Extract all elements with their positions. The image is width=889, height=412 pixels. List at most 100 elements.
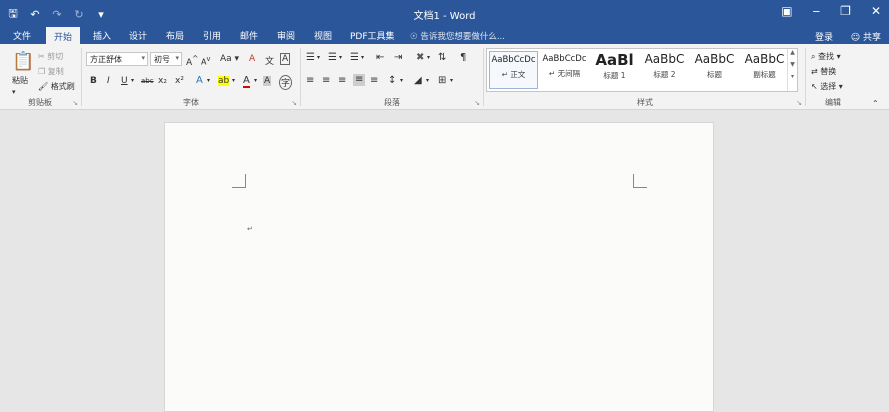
clipboard-group: 📋 粘贴 ▾ ✂ 剪切 ❐ 复制 🖌 格式刷 剪贴板 ↘ bbox=[0, 46, 80, 108]
tab-references[interactable]: 引用 bbox=[203, 29, 221, 42]
align-right-icon[interactable]: ≡ bbox=[338, 75, 346, 87]
find-label: 查找 bbox=[818, 52, 835, 61]
text-effects-dropdown-icon[interactable]: ▾ bbox=[207, 77, 210, 84]
title-bar: 🖫 ↶ ↷ ↻ ▾ 文档1 - Word ▣ ‒ ❐ ✕ bbox=[0, 0, 889, 27]
share-button[interactable]: ☺ 共享 bbox=[851, 30, 881, 43]
tab-mailings[interactable]: 邮件 bbox=[240, 29, 258, 42]
italic-button[interactable]: I bbox=[107, 76, 110, 86]
subscript-button[interactable]: x₂ bbox=[158, 76, 167, 86]
restore-icon[interactable]: ❐ bbox=[840, 4, 851, 18]
group-divider bbox=[805, 48, 806, 106]
grow-font-button[interactable]: A^ bbox=[186, 54, 198, 68]
paragraph-launcher-icon[interactable]: ↘ bbox=[474, 99, 480, 107]
find-button[interactable]: ⌕ 查找 ▾ bbox=[811, 51, 841, 62]
change-case-button[interactable]: Aa ▾ bbox=[220, 54, 239, 64]
clipboard-group-label: 剪贴板 bbox=[28, 98, 52, 107]
chinese-layout-icon[interactable]: ✖ bbox=[416, 52, 424, 64]
numbering-icon[interactable]: ☰ bbox=[328, 52, 337, 64]
cut-button[interactable]: ✂ 剪切 bbox=[38, 51, 63, 62]
sign-in-link[interactable]: 登录 bbox=[815, 30, 833, 43]
styles-launcher-icon[interactable]: ↘ bbox=[796, 99, 802, 107]
close-icon[interactable]: ✕ bbox=[871, 4, 881, 18]
scissors-icon: ✂ bbox=[38, 52, 48, 61]
copy-button[interactable]: ❐ 复制 bbox=[38, 66, 64, 77]
borders-icon[interactable]: ⊞ bbox=[438, 75, 446, 87]
editing-group: ⌕ 查找 ▾ ⇄ 替换 ↖ 选择 ▾ 编辑 bbox=[807, 46, 859, 108]
borders-dropdown-icon[interactable]: ▾ bbox=[450, 77, 453, 84]
brush-icon: 🖌 bbox=[38, 82, 51, 91]
paragraph-mark: ↵ bbox=[247, 225, 253, 233]
distributed-icon[interactable]: ≡ bbox=[370, 75, 378, 87]
justify-icon[interactable]: ≡ bbox=[353, 74, 366, 86]
tab-review[interactable]: 审阅 bbox=[277, 29, 295, 42]
numbering-dropdown-icon[interactable]: ▾ bbox=[339, 54, 342, 61]
align-center-icon[interactable]: ≡ bbox=[322, 75, 330, 87]
editing-group-label: 编辑 bbox=[825, 98, 841, 107]
multilevel-list-dropdown-icon[interactable]: ▾ bbox=[361, 54, 364, 61]
minimize-icon[interactable]: ‒ bbox=[813, 4, 821, 18]
tab-view[interactable]: 视图 bbox=[314, 29, 332, 42]
tell-me-box[interactable]: ☉ 告诉我您想要做什么... bbox=[410, 30, 505, 42]
cursor-icon: ↖ bbox=[811, 82, 821, 91]
shrink-font-button[interactable]: Av bbox=[201, 55, 210, 67]
character-border-button[interactable]: A bbox=[280, 53, 291, 65]
line-spacing-dropdown-icon[interactable]: ▾ bbox=[400, 77, 403, 84]
font-group: 方正舒体 ▾ 初号 ▾ A^ Av Aa ▾ A 文 A B I U ▾ abc x… bbox=[83, 46, 299, 108]
decrease-indent-icon[interactable]: ⇤ bbox=[376, 52, 384, 64]
sort-icon[interactable]: ⇅ bbox=[438, 52, 446, 64]
font-color-dropdown-icon[interactable]: ▾ bbox=[254, 77, 257, 84]
document-page[interactable]: ↵ bbox=[164, 122, 714, 412]
align-left-icon[interactable]: ≡ bbox=[306, 75, 314, 87]
clipboard-launcher-icon[interactable]: ↘ bbox=[72, 99, 78, 107]
clear-formatting-button[interactable]: A bbox=[249, 54, 255, 64]
select-label: 选择 bbox=[820, 82, 837, 91]
group-divider bbox=[300, 48, 301, 106]
format-painter-button[interactable]: 🖌 格式刷 bbox=[38, 81, 75, 92]
tab-insert[interactable]: 插入 bbox=[93, 29, 111, 42]
tab-pdf-tools[interactable]: PDF工具集 bbox=[350, 29, 395, 42]
select-button[interactable]: ↖ 选择 ▾ bbox=[811, 81, 843, 92]
paste-dropdown-icon[interactable]: ▾ bbox=[12, 88, 16, 96]
font-name-combo[interactable]: 方正舒体 ▾ bbox=[86, 52, 148, 66]
replace-button[interactable]: ⇄ 替换 bbox=[811, 66, 836, 77]
shading-icon[interactable]: ◢ bbox=[414, 75, 422, 87]
group-divider bbox=[483, 48, 484, 106]
ribbon-tab-bar: 文件 开始 插入 设计 布局 引用 邮件 审阅 视图 PDF工具集 ☉ 告诉我您… bbox=[0, 27, 889, 44]
paste-button[interactable]: 粘贴 bbox=[12, 75, 28, 86]
chinese-layout-dropdown-icon[interactable]: ▾ bbox=[427, 54, 430, 61]
font-color-button[interactable]: A bbox=[243, 75, 250, 88]
font-launcher-icon[interactable]: ↘ bbox=[291, 99, 297, 107]
bullets-dropdown-icon[interactable]: ▾ bbox=[317, 54, 320, 61]
collapse-ribbon-icon[interactable]: ⌃ bbox=[872, 99, 879, 108]
tab-file[interactable]: 文件 bbox=[13, 29, 31, 42]
bullets-icon[interactable]: ☰ bbox=[306, 52, 315, 64]
shading-dropdown-icon[interactable]: ▾ bbox=[426, 77, 429, 84]
phonetic-guide-button[interactable]: 文 bbox=[265, 54, 274, 67]
text-effects-button[interactable]: A bbox=[196, 75, 203, 86]
tab-design[interactable]: 设计 bbox=[129, 29, 147, 42]
highlight-button[interactable]: ab bbox=[218, 76, 230, 86]
window-controls: ▣ ‒ ❐ ✕ bbox=[781, 4, 881, 18]
copy-label: 复制 bbox=[47, 67, 64, 76]
line-spacing-icon[interactable]: ↕ bbox=[388, 75, 396, 87]
document-canvas[interactable]: ↵ bbox=[0, 110, 889, 412]
styles-group: 样式 ↘ bbox=[486, 46, 804, 108]
bold-button[interactable]: B bbox=[90, 76, 97, 86]
strikethrough-button[interactable]: abc bbox=[141, 77, 154, 85]
character-shading-button[interactable]: A bbox=[263, 76, 272, 86]
superscript-button[interactable]: x² bbox=[175, 76, 184, 86]
tab-layout[interactable]: 布局 bbox=[166, 29, 184, 42]
person-icon: ☺ bbox=[850, 33, 863, 43]
underline-dropdown-icon[interactable]: ▾ bbox=[131, 77, 134, 84]
paste-icon[interactable]: 📋 bbox=[12, 52, 34, 72]
change-case-label: Aa bbox=[220, 54, 232, 64]
highlight-dropdown-icon[interactable]: ▾ bbox=[232, 77, 235, 84]
show-marks-icon[interactable]: ¶ bbox=[460, 52, 466, 64]
tab-home[interactable]: 开始 bbox=[46, 27, 81, 44]
enclose-characters-button[interactable]: 字 bbox=[279, 75, 293, 90]
increase-indent-icon[interactable]: ⇥ bbox=[394, 52, 402, 64]
multilevel-list-icon[interactable]: ☰ bbox=[350, 52, 359, 64]
font-size-combo[interactable]: 初号 ▾ bbox=[150, 52, 182, 66]
underline-button[interactable]: U bbox=[121, 76, 128, 86]
ribbon-display-options-icon[interactable]: ▣ bbox=[781, 4, 792, 18]
